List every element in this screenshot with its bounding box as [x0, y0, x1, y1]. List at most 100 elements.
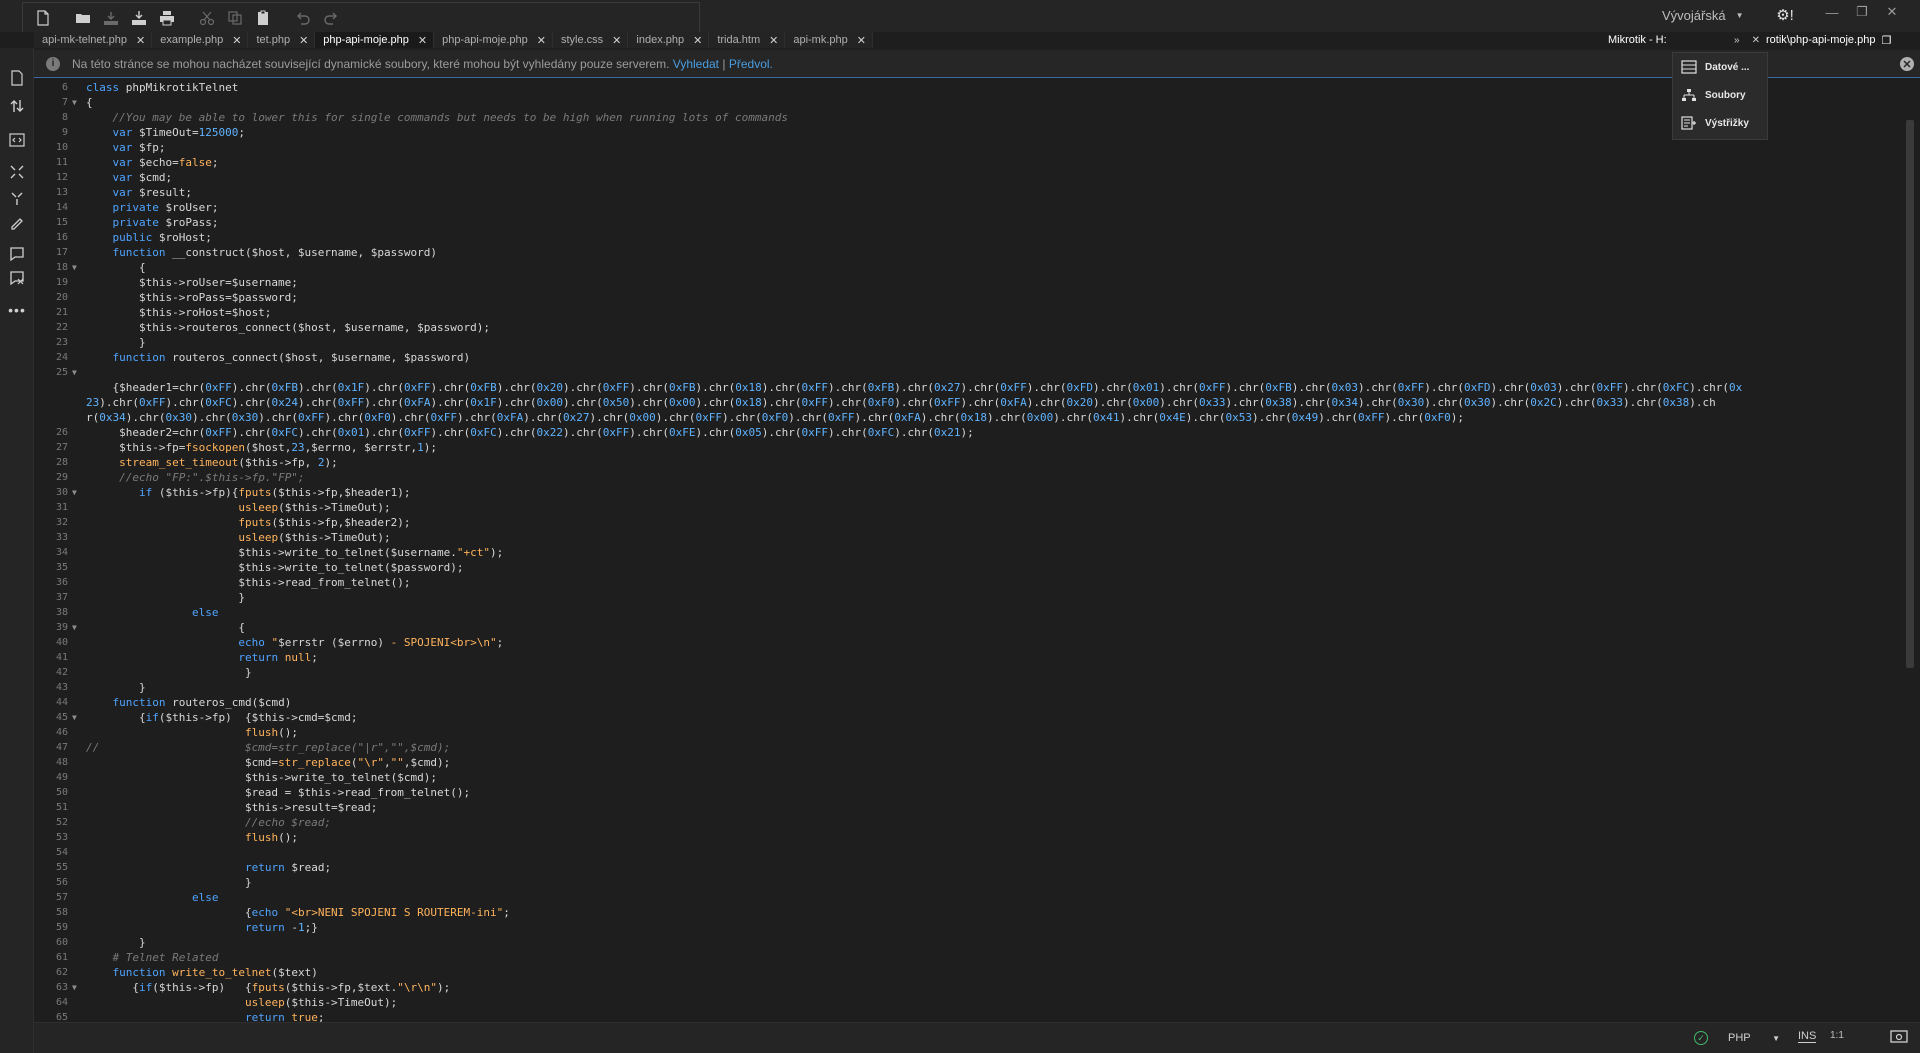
collapse-tool-button[interactable] [7, 188, 27, 208]
expand-tool-button[interactable] [7, 162, 27, 182]
code-line[interactable]: 46 flush(); [34, 725, 1904, 740]
code-line[interactable]: 63 ▼ {if($this->fp) {fputs($this->fp,$tex… [34, 980, 1904, 995]
code-line[interactable]: 33 usleep($this->TimeOut); [34, 530, 1904, 545]
format-tool-button[interactable] [7, 212, 27, 232]
code-line[interactable]: 50 $read = $this->read_from_telnet(); [34, 785, 1904, 800]
open-file-button[interactable] [69, 5, 97, 31]
code-line[interactable]: 24 function routeros_connect($host, $use… [34, 350, 1904, 365]
code-line[interactable]: 25 ▼ [34, 365, 1904, 380]
code-line[interactable]: 7 ▼ { [34, 95, 1904, 110]
live-preview-icon[interactable] [1890, 1029, 1908, 1045]
code-line[interactable]: 19 $this->roUser=$username; [34, 275, 1904, 290]
code-line[interactable]: 51 $this->result=$read; [34, 800, 1904, 815]
code-line[interactable]: 44 function routeros_cmd($cmd) [34, 695, 1904, 710]
code-line[interactable]: 23 } [34, 335, 1904, 350]
code-editor[interactable]: 6 class phpMikrotikTelnet 7 ▼ {8 //You may b… [34, 80, 1904, 1022]
code-line[interactable]: 58 {echo "<br>NENI SPOJENI S ROUTEREM-in… [34, 905, 1904, 920]
tab-4[interactable]: php-api-moje.php ✕ [434, 32, 553, 48]
copy-button[interactable] [221, 5, 249, 31]
code-line[interactable]: 8 //You may be able to lower this for si… [34, 110, 1904, 125]
close-tab-icon[interactable]: ✕ [857, 34, 866, 47]
code-line[interactable]: 18 ▼ { [34, 260, 1904, 275]
tab-0[interactable]: api-mk-telnet.php ✕ [34, 32, 153, 48]
code-line[interactable]: 54 [34, 845, 1904, 860]
tab-3[interactable]: php-api-moje.php ✕ [315, 32, 435, 48]
code-line[interactable]: 65 return true; [34, 1010, 1904, 1022]
tab-1[interactable]: example.php ✕ [152, 32, 249, 48]
close-tab-icon[interactable]: ✕ [693, 34, 702, 47]
cut-button[interactable] [193, 5, 221, 31]
check-icon[interactable]: ✓ [1694, 1031, 1708, 1045]
code-line[interactable]: 16 public $roHost; [34, 230, 1904, 245]
code-view-button[interactable] [7, 130, 27, 150]
code-line[interactable]: 42 } [34, 665, 1904, 680]
tab-7[interactable]: trida.htm ✕ [709, 32, 786, 48]
code-line[interactable]: r(0x34).chr(0x30).chr(0x30).chr(0xFF).ch… [34, 410, 1904, 425]
insert-mode-indicator[interactable]: INS [1798, 1030, 1817, 1043]
code-line[interactable]: 45 ▼ {if($this->fp) {$this->cmd=$cmd; [34, 710, 1904, 725]
transfer-tool-button[interactable] [7, 96, 27, 116]
tab-6[interactable]: index.php ✕ [628, 32, 710, 48]
code-line[interactable]: 47 // $cmd=str_replace("|r","",$cmd); [34, 740, 1904, 755]
code-line[interactable]: 31 usleep($this->TimeOut); [34, 500, 1904, 515]
workspace-switcher[interactable]: Vývojářská ▼ [1662, 4, 1744, 26]
code-line[interactable]: 22 $this->routeros_connect($host, $usern… [34, 320, 1904, 335]
code-line[interactable]: 30 ▼ if ($this->fp){fputs($this->fp,$head… [34, 485, 1904, 500]
code-line[interactable]: 39 ▼ { [34, 620, 1904, 635]
fold-toggle-icon[interactable]: ▼ [72, 365, 77, 380]
code-line[interactable]: 28 stream_set_timeout($this->fp, 2); [34, 455, 1904, 470]
panel-item-databases[interactable]: Datové ... [1673, 53, 1767, 81]
panel-item-snippets[interactable]: Výstřižky [1673, 109, 1767, 137]
settings-button[interactable]: ⚙! [1770, 4, 1800, 26]
fold-toggle-icon[interactable]: ▼ [72, 980, 77, 995]
code-line[interactable]: 12 var $cmd; [34, 170, 1904, 185]
minimize-button[interactable]: — [1818, 2, 1846, 22]
code-line[interactable]: 17 function __construct($host, $username… [34, 245, 1904, 260]
double-chevron-right-icon[interactable]: » [1734, 35, 1740, 46]
new-file-button[interactable] [29, 5, 57, 31]
code-line[interactable]: 61 # Telnet Related [34, 950, 1904, 965]
code-line[interactable]: {$header1=chr(0xFF).chr(0xFB).chr(0x1F).… [34, 380, 1904, 395]
panel-item-files[interactable]: Soubory [1673, 81, 1767, 109]
close-tab-icon[interactable]: ✕ [537, 34, 546, 47]
search-link[interactable]: Vyhledat [673, 57, 719, 71]
code-line[interactable]: 59 return -1;} [34, 920, 1904, 935]
vertical-scrollbar[interactable] [1906, 120, 1914, 668]
save-all-button[interactable] [125, 5, 153, 31]
code-line[interactable]: 34 $this->write_to_telnet($username."+ct… [34, 545, 1904, 560]
close-infobar-icon[interactable]: ✕ [1900, 57, 1914, 71]
code-line[interactable]: 27 $this->fp=fsockopen($host,23,$errno, … [34, 440, 1904, 455]
code-line[interactable]: 23).chr(0xFF).chr(0xFC).chr(0x24).chr(0x… [34, 395, 1904, 410]
code-line[interactable]: 13 var $result; [34, 185, 1904, 200]
fold-toggle-icon[interactable]: ▼ [72, 620, 77, 635]
fold-toggle-icon[interactable]: ▼ [72, 260, 77, 275]
close-tab-icon[interactable]: ✕ [299, 34, 308, 47]
close-icon[interactable]: ✕ [1752, 35, 1760, 46]
code-line[interactable]: 43 } [34, 680, 1904, 695]
preferences-link[interactable]: Předvol. [729, 57, 773, 71]
code-line[interactable]: 14 private $roUser; [34, 200, 1904, 215]
code-line[interactable]: 35 $this->write_to_telnet($password); [34, 560, 1904, 575]
code-line[interactable]: 62 function write_to_telnet($text) [34, 965, 1904, 980]
code-line[interactable]: 29 //echo "FP:".$this->fp."FP"; [34, 470, 1904, 485]
code-line[interactable]: 60 } [34, 935, 1904, 950]
code-line[interactable]: 52 //echo $read; [34, 815, 1904, 830]
tab-8[interactable]: api-mk.php ✕ [785, 32, 873, 48]
redo-button[interactable] [317, 5, 345, 31]
close-tab-icon[interactable]: ✕ [769, 34, 778, 47]
code-line[interactable]: 56 } [34, 875, 1904, 890]
restore-button[interactable]: ❐ [1848, 2, 1876, 22]
print-button[interactable] [153, 5, 181, 31]
fold-toggle-icon[interactable]: ▼ [72, 710, 77, 725]
code-line[interactable]: 26 $header2=chr(0xFF).chr(0xFC).chr(0x01… [34, 425, 1904, 440]
code-line[interactable]: 36 $this->read_from_telnet(); [34, 575, 1904, 590]
code-line[interactable]: 49 $this->write_to_telnet($cmd); [34, 770, 1904, 785]
code-line[interactable]: 9 var $TimeOut=125000; [34, 125, 1904, 140]
close-tab-icon[interactable]: ✕ [136, 34, 145, 47]
save-button[interactable] [97, 5, 125, 31]
restore-panel-icon[interactable]: ❐ [1881, 34, 1891, 47]
more-tools-button[interactable]: ••• [7, 300, 27, 320]
code-line[interactable]: 15 private $roPass; [34, 215, 1904, 230]
code-line[interactable]: 20 $this->roPass=$password; [34, 290, 1904, 305]
code-line[interactable]: 37 } [34, 590, 1904, 605]
